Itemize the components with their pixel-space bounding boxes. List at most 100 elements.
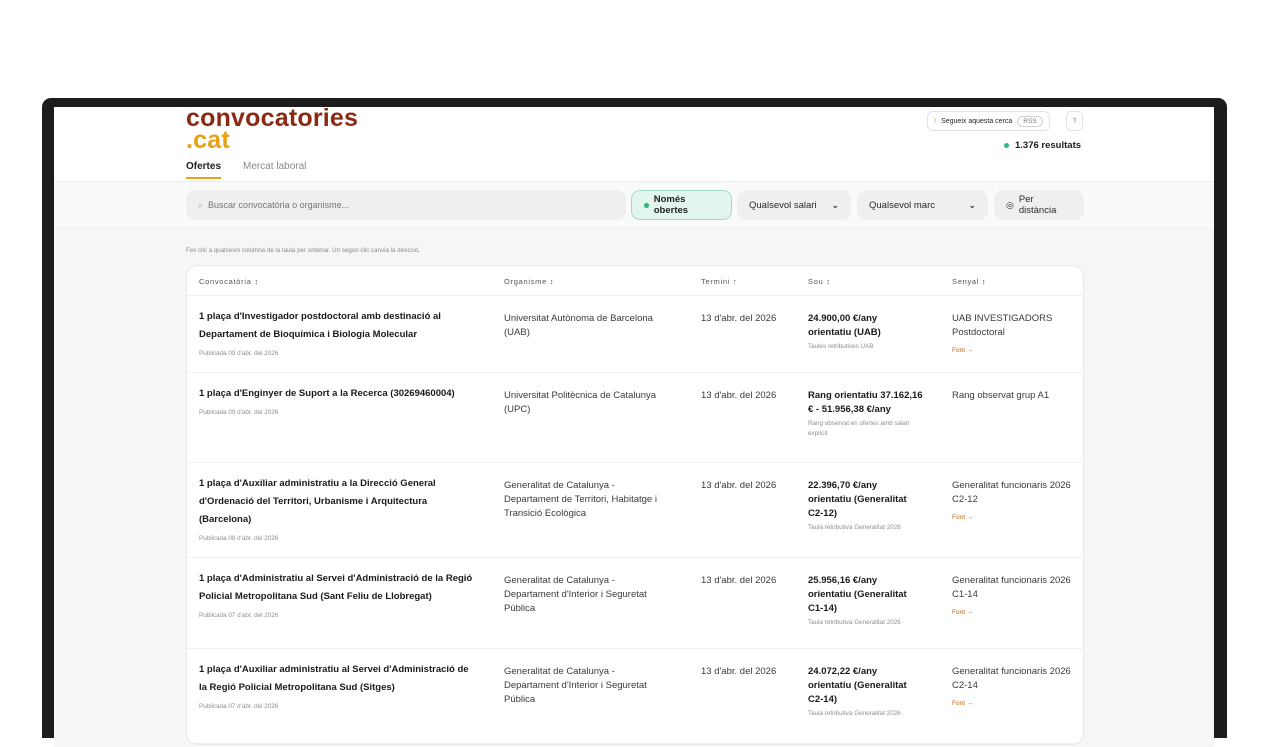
salary-value: 22.396,70 €/any orientatiu (Generalitat … (808, 480, 907, 519)
table-row[interactable]: 1 plaça d'Enginyer de Suport a la Recerc… (187, 373, 1083, 463)
published-date: Publicada 07 d'abr. del 2026 (199, 703, 279, 710)
rss-badge[interactable]: RSS (1017, 115, 1043, 127)
source-link[interactable]: Font → (952, 511, 1072, 525)
published-date: Publicada 07 d'abr. del 2026 (199, 612, 279, 619)
distance-label: Per distància (1018, 194, 1057, 216)
table-header: Convocatòria ↕ Organisme ↕ Termini ↑ Sou… (187, 266, 1083, 296)
table-row[interactable]: 1 plaça d'Investigador postdoctoral amb … (187, 296, 1083, 373)
search-icon: ⌕ (198, 199, 204, 210)
source-link[interactable]: Font → (952, 606, 1072, 620)
convocatoria-cell: 1 plaça d'Enginyer de Suport a la Recerc… (199, 385, 479, 420)
chevron-down-icon: ⌄ (968, 199, 976, 210)
chevron-down-icon: ⌄ (831, 199, 839, 210)
senyal-cell: Rang observat grup A1 (952, 389, 1072, 403)
only-open-label: Només obertes (653, 194, 689, 216)
logo-line2: .cat (186, 126, 230, 154)
framework-select[interactable]: Qualsevol marc ⌄ (857, 190, 988, 220)
only-open-toggle[interactable]: Només obertes (631, 190, 732, 220)
column-header-organisme[interactable]: Organisme ↕ (504, 277, 554, 286)
rss-icon: ⵑ (934, 118, 937, 125)
framework-select-label: Qualsevol marc (869, 199, 935, 211)
distance-button[interactable]: ◎ Per distància (994, 190, 1084, 220)
source-link[interactable]: Font → (952, 344, 1072, 358)
convocatoria-title[interactable]: 1 plaça d'Auxiliar administratiu al Serv… (199, 661, 479, 697)
termini-cell: 13 d'abr. del 2026 (701, 480, 777, 491)
column-header-convocatoria[interactable]: Convocatòria ↕ (199, 277, 259, 286)
sou-cell: Rang orientatiu 37.162,16 € - 51.956,38 … (808, 389, 923, 439)
search-box[interactable]: ⌕ (186, 190, 626, 220)
follow-search-label: Segueix aquesta cerca (941, 117, 1013, 125)
senyal-cell: Generalitat funcionaris 2026 C2-14 Font … (952, 665, 1072, 711)
sou-cell: 24.072,22 €/any orientatiu (Generalitat … (808, 665, 923, 719)
filter-bar: ⌕ Només obertes Qualsevol salari ⌄ Quals… (54, 182, 1214, 227)
column-header-sou[interactable]: Sou ↕ (808, 277, 831, 286)
sou-cell: 22.396,70 €/any orientatiu (Generalitat … (808, 479, 923, 533)
convocatoria-cell: 1 plaça d'Auxiliar administratiu a la Di… (199, 475, 479, 546)
termini-cell: 13 d'abr. del 2026 (701, 575, 777, 586)
sou-cell: 25.956,16 €/any orientatiu (Generalitat … (808, 574, 923, 628)
salary-value: Rang orientatiu 37.162,16 € - 51.956,38 … (808, 390, 923, 415)
app-screen: convocatories .cat Ofertes Mercat labora… (54, 107, 1214, 747)
salary-value: 25.956,16 €/any orientatiu (Generalitat … (808, 575, 907, 614)
salary-note: Taula retributiva Generalitat 2026 (808, 710, 901, 717)
organisme-cell: Universitat Autònoma de Barcelona (UAB) (504, 313, 653, 338)
organisme-cell: Generalitat de Catalunya - Departament d… (504, 666, 647, 705)
column-header-termini[interactable]: Termini ↑ (701, 277, 737, 286)
results-area: Fes clic a qualsevol columna de la taula… (54, 227, 1214, 747)
signal-label: UAB INVESTIGADORS Postdoctoral (952, 313, 1053, 338)
search-input[interactable] (208, 200, 589, 210)
convocatoria-title[interactable]: 1 plaça d'Administratiu al Servei d'Admi… (199, 570, 479, 606)
salary-note: Taula retributiva Generalitat 2026 (808, 524, 901, 531)
table-row[interactable]: 1 plaça d'Auxiliar administratiu a la Di… (187, 463, 1083, 558)
convocatoria-cell: 1 plaça d'Auxiliar administratiu al Serv… (199, 661, 479, 714)
convocatoria-title[interactable]: 1 plaça d'Enginyer de Suport a la Recerc… (199, 385, 479, 403)
salary-select[interactable]: Qualsevol salari ⌄ (737, 190, 851, 220)
results-count: 1.376 resultats (1004, 140, 1081, 151)
main-tabs: Ofertes Mercat laboral (186, 161, 306, 179)
column-header-senyal[interactable]: Senyal ↕ (952, 277, 986, 286)
salary-note: Taula retributiva Generalitat 2026 (808, 619, 901, 626)
salary-select-label: Qualsevol salari (749, 199, 817, 211)
table-row[interactable]: 1 plaça d'Administratiu al Servei d'Admi… (187, 558, 1083, 649)
signal-label: Generalitat funcionaris 2026 C2-14 (952, 666, 1071, 691)
tab-mercat-laboral[interactable]: Mercat laboral (243, 161, 306, 179)
tab-ofertes[interactable]: Ofertes (186, 161, 222, 179)
sort-hint: Fes clic a qualsevol columna de la taula… (186, 247, 421, 254)
status-dot-icon (1004, 143, 1009, 148)
salary-note: Taules retributives UAB (808, 343, 874, 350)
sou-cell: 24.900,00 €/any orientatiu (UAB) Taules … (808, 312, 923, 352)
results-table: Convocatòria ↕ Organisme ↕ Termini ↑ Sou… (186, 265, 1084, 745)
salary-note: Rang observat en ofertes amb salari expl… (808, 420, 910, 437)
results-count-label: 1.376 resultats (1015, 140, 1082, 151)
convocatoria-cell: 1 plaça d'Administratiu al Servei d'Admi… (199, 570, 479, 623)
senyal-cell: Generalitat funcionaris 2026 C1-14 Font … (952, 574, 1072, 620)
organisme-cell: Generalitat de Catalunya - Departament d… (504, 575, 647, 614)
published-date: Publicada 09 d'abr. del 2026 (199, 409, 279, 416)
termini-cell: 13 d'abr. del 2026 (701, 313, 777, 324)
organisme-cell: Universitat Politècnica de Catalunya (UP… (504, 390, 657, 415)
convocatoria-title[interactable]: 1 plaça d'Investigador postdoctoral amb … (199, 308, 479, 344)
table-row[interactable]: 1 plaça d'Auxiliar administratiu al Serv… (187, 649, 1083, 744)
site-header: convocatories .cat Ofertes Mercat labora… (54, 107, 1214, 182)
signal-label: Generalitat funcionaris 2026 C1-14 (952, 575, 1071, 600)
convocatoria-cell: 1 plaça d'Investigador postdoctoral amb … (199, 308, 479, 361)
site-logo[interactable]: convocatories .cat (186, 107, 358, 154)
monitor-frame: convocatories .cat Ofertes Mercat labora… (42, 98, 1227, 747)
organisme-cell: Generalitat de Catalunya - Departament d… (504, 480, 657, 519)
signal-label: Rang observat grup A1 (952, 390, 1050, 401)
convocatoria-title[interactable]: 1 plaça d'Auxiliar administratiu a la Di… (199, 475, 479, 529)
salary-value: 24.900,00 €/any orientatiu (UAB) (808, 313, 881, 338)
source-link[interactable]: Font → (952, 697, 1072, 711)
termini-cell: 13 d'abr. del 2026 (701, 390, 777, 401)
senyal-cell: Generalitat funcionaris 2026 C2-12 Font … (952, 479, 1072, 525)
published-date: Publicada 09 d'abr. del 2026 (199, 350, 279, 357)
open-dot-icon (644, 202, 649, 208)
help-button[interactable]: ? (1066, 111, 1083, 131)
termini-cell: 13 d'abr. del 2026 (701, 666, 777, 677)
location-icon: ◎ (1006, 199, 1014, 210)
salary-value: 24.072,22 €/any orientatiu (Generalitat … (808, 666, 907, 705)
senyal-cell: UAB INVESTIGADORS Postdoctoral Font → (952, 312, 1072, 358)
signal-label: Generalitat funcionaris 2026 C2-12 (952, 480, 1071, 505)
published-date: Publicada 08 d'abr. del 2026 (199, 535, 279, 542)
follow-search-button[interactable]: ⵑ Segueix aquesta cerca RSS (927, 111, 1050, 131)
